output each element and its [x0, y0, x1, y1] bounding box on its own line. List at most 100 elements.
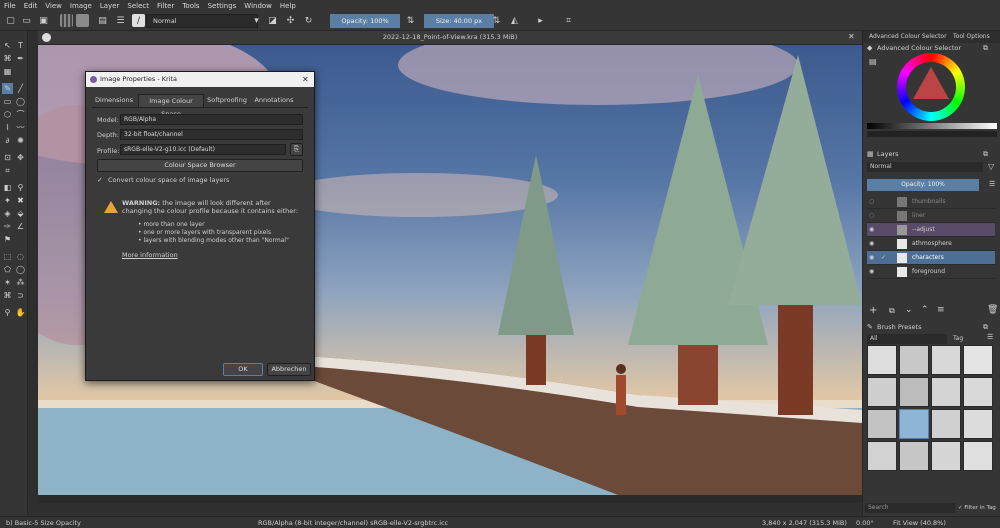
rectangle-tool-icon[interactable]: ▭	[2, 96, 13, 107]
colour-space-browser-button[interactable]: Colour Space Browser	[97, 159, 303, 172]
polygon-tool-icon[interactable]: ⬡	[2, 109, 13, 120]
size-options-icon[interactable]: ⇅	[490, 14, 503, 27]
brush-preset[interactable]	[867, 409, 897, 439]
brush-preset-selected[interactable]	[899, 409, 929, 439]
visibility-icon[interactable]: ◉	[869, 223, 874, 237]
brush-search-input[interactable]: Search	[865, 503, 955, 513]
bezier-select-icon[interactable]: ⌘	[2, 290, 13, 301]
assistant-tool-icon[interactable]: ✑	[2, 221, 13, 232]
add-layer-icon[interactable]: +	[869, 305, 877, 316]
brush-tool-icon[interactable]: ✎	[2, 83, 13, 94]
layer-row[interactable]: ◉ athmosphere	[867, 237, 995, 251]
polygon-select-icon[interactable]: ⬠	[2, 264, 13, 275]
float-panel-icon[interactable]: ⧉	[983, 323, 988, 332]
brush-preset[interactable]	[899, 377, 929, 407]
measure-tool-icon[interactable]: ∠	[15, 221, 26, 232]
layer-row[interactable]: ◉ --adjust	[867, 223, 995, 237]
edit-shapes-icon[interactable]: ⌘	[2, 53, 13, 64]
visibility-off-icon[interactable]: ○	[869, 195, 874, 209]
more-information-link[interactable]: More information	[122, 251, 178, 259]
brush-preset[interactable]	[963, 441, 993, 471]
reload-preset-icon[interactable]: ↻	[302, 14, 315, 27]
ellipse-select-icon[interactable]: ◌	[15, 251, 26, 262]
bezier-tool-icon[interactable]: ⌇	[2, 122, 13, 133]
smart-patch-icon[interactable]: ✖	[15, 195, 26, 206]
brush-menu-icon[interactable]: ☰	[987, 333, 993, 341]
visibility-icon[interactable]: ◉	[869, 251, 874, 265]
menu-window[interactable]: Window	[244, 2, 272, 10]
zoom-tool-icon[interactable]: ⚲	[2, 307, 13, 318]
brush-preset[interactable]	[899, 345, 929, 375]
brush-settings-icon[interactable]: ▤	[96, 14, 109, 27]
colorize-mask-icon[interactable]: ✦	[2, 195, 13, 206]
depth-select[interactable]: 32-bit float/channel	[120, 129, 303, 140]
dynamic-brush-icon[interactable]: ∂	[2, 135, 13, 146]
brush-preset[interactable]	[963, 409, 993, 439]
select-shape-icon[interactable]: ↖	[2, 40, 13, 51]
magnetic-select-icon[interactable]: ⊃	[15, 290, 26, 301]
model-select[interactable]: RGB/Alpha	[120, 114, 303, 125]
brush-preset[interactable]	[963, 377, 993, 407]
convert-checkbox-icon[interactable]: ✓	[97, 176, 103, 184]
menu-file[interactable]: File	[4, 2, 16, 10]
layer-blend-select[interactable]: Normal	[867, 162, 983, 172]
line-tool-icon[interactable]: ╱	[15, 83, 26, 94]
filter-icon[interactable]: ▽	[988, 162, 994, 171]
menu-view[interactable]: View	[45, 2, 62, 10]
brush-preset[interactable]	[867, 441, 897, 471]
size-slider[interactable]: Size: 40.00 px	[424, 14, 494, 28]
ok-button[interactable]: OK	[223, 363, 263, 376]
horizontal-scrollbar[interactable]	[38, 495, 862, 503]
alpha-lock-icon[interactable]: ✣	[284, 14, 297, 27]
float-panel-icon[interactable]: ⧉	[983, 150, 988, 159]
menu-filter[interactable]: Filter	[157, 2, 174, 10]
freehand-path-icon[interactable]: 〰	[15, 122, 26, 133]
pattern-swatch-icon[interactable]	[60, 14, 73, 27]
cancel-button[interactable]: Abbrechen	[267, 363, 311, 376]
layer-row[interactable]: ○ thumbnails	[867, 195, 995, 209]
similar-select-icon[interactable]: ⁂	[15, 277, 26, 288]
freehand-select-icon[interactable]: ◯	[15, 264, 26, 275]
text-tool-icon[interactable]: T	[15, 40, 26, 51]
brush-preset[interactable]	[963, 345, 993, 375]
brush-preset[interactable]	[867, 345, 897, 375]
brush-preset[interactable]	[931, 377, 961, 407]
brush-tag-button[interactable]: Tag	[953, 334, 983, 344]
presets-icon[interactable]: ☰	[114, 14, 127, 27]
delete-layer-icon[interactable]: 🗑	[987, 305, 998, 315]
layer-row[interactable]: ○ liner	[867, 209, 995, 223]
new-document-icon[interactable]: ▢	[4, 14, 17, 27]
gradient-tool-icon[interactable]: ▦	[2, 66, 13, 77]
layer-row[interactable]: ◉ foreground	[867, 265, 995, 279]
profile-select[interactable]: sRGB-elle-V2-g10.icc (Default)	[120, 144, 286, 155]
eraser-icon[interactable]: ◪	[266, 14, 279, 27]
rect-select-icon[interactable]: ⬚	[2, 251, 13, 262]
layer-row-selected[interactable]: ◉ ✓ characters	[867, 251, 995, 265]
mirror-vertical-icon[interactable]: ▸	[534, 14, 547, 27]
mirror-horizontal-icon[interactable]: ◭	[508, 14, 521, 27]
ellipse-tool-icon[interactable]: ◯	[15, 96, 26, 107]
tab-advanced-colour-selector[interactable]: Advanced Colour Selector	[869, 33, 947, 40]
menu-image[interactable]: Image	[70, 2, 92, 10]
tab-image-colour-space[interactable]: Image Colour Space	[138, 94, 204, 118]
menu-layer[interactable]: Layer	[100, 2, 120, 10]
convert-checkbox-label[interactable]: Convert colour space of image layers	[108, 176, 229, 184]
layer-menu-icon[interactable]: ☰	[989, 180, 995, 188]
colour-wheel[interactable]	[897, 53, 965, 121]
visibility-icon[interactable]: ◉	[869, 265, 874, 279]
multibrush-icon[interactable]: ✺	[15, 135, 26, 146]
visibility-icon[interactable]: ◉	[869, 237, 874, 251]
menu-tools[interactable]: Tools	[182, 2, 199, 10]
current-brush-icon[interactable]: ∕	[132, 14, 145, 27]
transform-tool-icon[interactable]: ⊡	[2, 152, 13, 163]
opacity-slider[interactable]: Opacity: 100%	[330, 14, 400, 28]
menu-select[interactable]: Select	[127, 2, 149, 10]
filter-in-tag-checkbox[interactable]: ✓ Filter in Tag	[958, 503, 1000, 513]
settings-icon[interactable]: ▤	[869, 57, 877, 66]
brush-preset[interactable]	[867, 377, 897, 407]
reference-tool-icon[interactable]: ⚑	[2, 234, 13, 245]
crop-icon[interactable]: ⌗	[562, 14, 575, 27]
calligraphy-icon[interactable]: ✒	[15, 53, 26, 64]
gradient-fill-icon[interactable]: ◧	[2, 182, 13, 193]
blend-mode-select[interactable]: Normal	[146, 14, 258, 28]
